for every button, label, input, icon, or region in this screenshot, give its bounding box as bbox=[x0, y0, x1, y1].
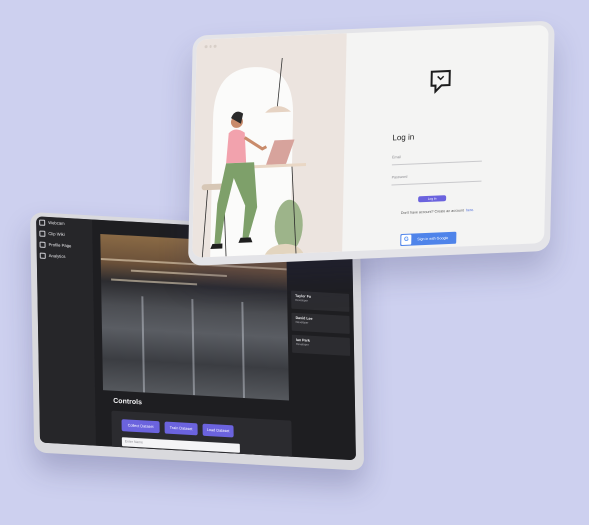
sidebar-item-label: Webcam bbox=[48, 220, 65, 226]
illustration bbox=[192, 33, 347, 258]
list-item[interactable]: David Lee Developer bbox=[291, 312, 350, 334]
camera-icon bbox=[39, 219, 46, 226]
signup-text: Don't have account? Create an account he… bbox=[401, 208, 474, 215]
login-panel: Log in Email Password Log in Don't have … bbox=[342, 25, 549, 252]
chart-icon bbox=[39, 252, 46, 259]
app-logo-icon bbox=[430, 69, 451, 94]
email-field[interactable]: Email bbox=[391, 151, 483, 166]
signup-link[interactable]: here. bbox=[466, 208, 474, 212]
list-item[interactable]: Taylor Fu Developer bbox=[291, 290, 350, 312]
window-dots bbox=[204, 44, 217, 48]
login-screen: Log in Email Password Log in Don't have … bbox=[192, 24, 549, 258]
login-button[interactable]: Log in bbox=[418, 195, 447, 203]
page-title: Log in bbox=[392, 132, 415, 143]
train-dataset-button[interactable]: Train Dataset bbox=[164, 421, 198, 436]
load-dataset-button[interactable]: Load Dataset bbox=[202, 423, 234, 438]
sidebar-item-label: Analytics bbox=[48, 253, 66, 259]
controls-title: Controls bbox=[113, 397, 143, 407]
collect-dataset-button[interactable]: Collect Dataset bbox=[121, 419, 160, 434]
people-list: Taylor Fu Developer David Lee Developer … bbox=[291, 290, 351, 360]
sidebar-item-label: Profile Page bbox=[48, 242, 72, 249]
google-signin-label: Sign in with Google bbox=[417, 236, 449, 242]
password-field[interactable]: Password bbox=[391, 171, 482, 186]
woman-at-laptop-illustration bbox=[201, 57, 307, 258]
user-icon bbox=[39, 241, 46, 248]
sidebar-item-label: Clip Wiki bbox=[48, 231, 65, 237]
google-signin-button[interactable]: G Sign in with Google bbox=[400, 231, 457, 247]
login-tablet: Log in Email Password Log in Don't have … bbox=[188, 20, 555, 266]
book-icon bbox=[39, 230, 46, 237]
signup-prompt: Don't have account? Create an account bbox=[400, 208, 464, 216]
google-icon: G bbox=[401, 234, 412, 246]
sidebar: Webcam Clip Wiki Profile Page Analytics bbox=[36, 216, 97, 446]
list-item[interactable]: Ian Park Developer bbox=[291, 334, 351, 356]
sidebar-item-analytics[interactable]: Analytics bbox=[37, 249, 93, 263]
